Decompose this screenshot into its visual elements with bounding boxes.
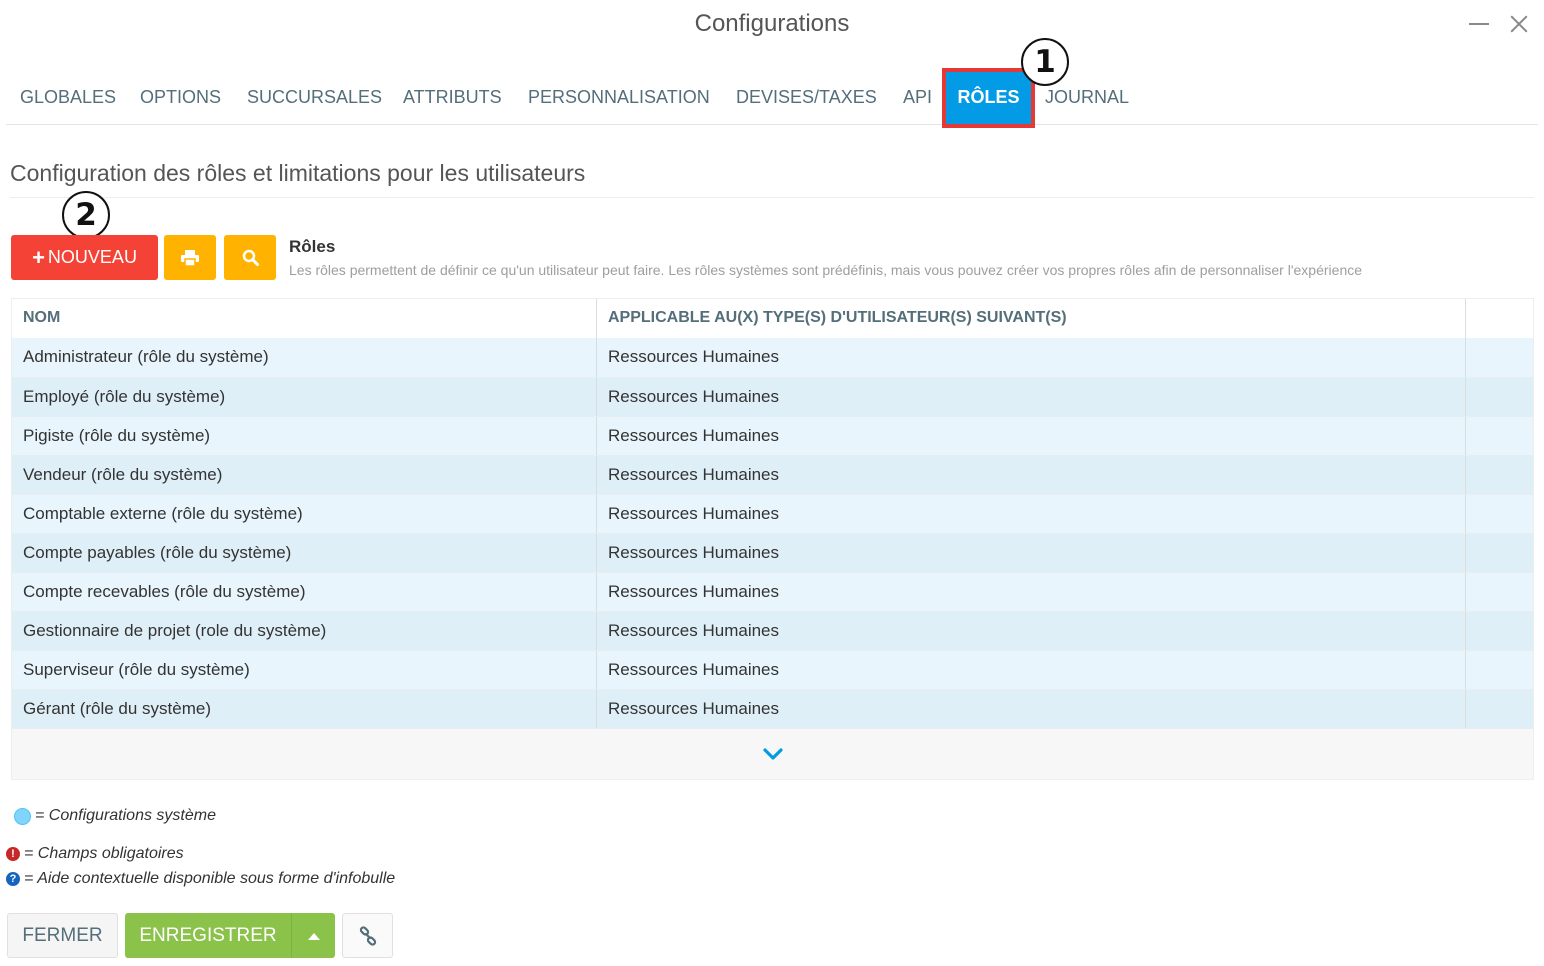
role-name-cell: Gestionnaire de projet (role du système) (12, 612, 597, 650)
search-button[interactable] (224, 235, 276, 280)
tab-api[interactable]: API (903, 70, 932, 124)
legend-required-text: = Champs obligatoires (24, 845, 184, 862)
chevron-down-icon (762, 748, 783, 760)
print-button[interactable] (164, 235, 216, 280)
user-type-cell: Ressources Humaines (597, 495, 1466, 533)
legend-help: ? = Aide contextuelle disponible sous fo… (6, 870, 395, 888)
legend-system-text: = Configurations système (35, 807, 216, 824)
role-name-cell: Comptable externe (rôle du système) (12, 495, 597, 533)
role-name-cell: Superviseur (rôle du système) (12, 651, 597, 689)
role-name-cell: Employé (rôle du système) (12, 378, 597, 416)
actions-cell (1466, 456, 1533, 494)
user-type-cell: Ressources Humaines (597, 338, 1466, 377)
roles-table: NOM APPLICABLE AU(X) TYPE(S) D'UTILISATE… (11, 298, 1534, 780)
column-header-name[interactable]: NOM (12, 299, 597, 338)
role-name-cell: Vendeur (rôle du système) (12, 456, 597, 494)
tab-succursales[interactable]: SUCCURSALES (247, 70, 382, 124)
table-row[interactable]: Comptable externe (rôle du système) Resso… (12, 494, 1533, 533)
legend-required: ! = Champs obligatoires (6, 845, 184, 863)
print-icon (181, 249, 199, 266)
new-button[interactable]: + NOUVEAU (11, 235, 158, 280)
table-row[interactable]: Employé (rôle du système) Ressources Huma… (12, 377, 1533, 416)
column-header-actions (1466, 299, 1533, 338)
actions-cell (1466, 378, 1533, 416)
user-type-cell: Ressources Humaines (597, 573, 1466, 611)
tab-options[interactable]: OPTIONS (140, 70, 221, 124)
user-type-cell: Ressources Humaines (597, 612, 1466, 650)
user-type-cell: Ressources Humaines (597, 651, 1466, 689)
role-name-cell: Administrateur (rôle du système) (12, 338, 597, 377)
roles-heading: Rôles (289, 237, 336, 256)
callout-step-1: 1 (1021, 38, 1069, 86)
save-options-button[interactable] (291, 913, 335, 958)
table-row[interactable]: Compte recevables (rôle du système) Resso… (12, 572, 1533, 611)
tab-bar: GLOBALES OPTIONS SUCCURSALES ATTRIBUTS P… (6, 70, 1538, 125)
actions-cell (1466, 338, 1533, 377)
user-type-cell: Ressources Humaines (597, 417, 1466, 455)
tab-globales[interactable]: GLOBALES (20, 70, 116, 124)
minimize-icon[interactable] (1468, 10, 1490, 38)
column-header-user-types[interactable]: APPLICABLE AU(X) TYPE(S) D'UTILISATEUR(S… (597, 299, 1466, 338)
tab-devises-taxes[interactable]: DEVISES/TAXES (736, 70, 877, 124)
search-icon (242, 249, 259, 266)
tab-attributs[interactable]: ATTRIBUTS (403, 70, 502, 124)
window-controls (1468, 10, 1530, 38)
table-row[interactable]: Vendeur (rôle du système) Ressources Huma… (12, 455, 1533, 494)
load-more-button[interactable] (12, 728, 1533, 779)
role-name-cell: Compte payables (rôle du système) (12, 534, 597, 572)
link-button[interactable] (342, 913, 393, 958)
role-name-cell: Gérant (rôle du système) (12, 690, 597, 728)
actions-cell (1466, 690, 1533, 728)
actions-cell (1466, 495, 1533, 533)
system-dot-icon (14, 807, 31, 825)
table-body: Administrateur (rôle du système) Ressourc… (12, 338, 1533, 728)
window-title: Configurations (694, 10, 850, 37)
actions-cell (1466, 612, 1533, 650)
question-icon: ? (6, 872, 20, 886)
role-name-cell: Compte recevables (rôle du système) (12, 573, 597, 611)
save-button[interactable]: ENREGISTRER (125, 913, 291, 958)
legend-system: = Configurations système (14, 807, 216, 825)
table-row[interactable]: Administrateur (rôle du système) Ressourc… (12, 338, 1533, 377)
plus-icon: + (32, 244, 45, 270)
actions-cell (1466, 417, 1533, 455)
close-button[interactable]: FERMER (7, 913, 118, 958)
tab-personnalisation[interactable]: PERSONNALISATION (528, 70, 710, 124)
actions-cell (1466, 534, 1533, 572)
actions-cell (1466, 651, 1533, 689)
close-icon[interactable] (1508, 10, 1530, 38)
role-name-cell: Pigiste (rôle du système) (12, 417, 597, 455)
roles-description: Les rôles permettent de définir ce qu'un… (289, 262, 1363, 278)
user-type-cell: Ressources Humaines (597, 456, 1466, 494)
actions-cell (1466, 573, 1533, 611)
user-type-cell: Ressources Humaines (597, 690, 1466, 728)
table-row[interactable]: Gérant (rôle du système) Ressources Humai… (12, 689, 1533, 728)
table-row[interactable]: Gestionnaire de projet (role du système)… (12, 611, 1533, 650)
callout-step-2: 2 (62, 191, 110, 239)
caret-up-icon (307, 932, 320, 940)
table-header: NOM APPLICABLE AU(X) TYPE(S) D'UTILISATE… (12, 299, 1533, 338)
new-button-label: NOUVEAU (47, 247, 137, 267)
user-type-cell: Ressources Humaines (597, 378, 1466, 416)
section-divider (10, 197, 1534, 198)
tab-roles[interactable]: RÔLES (946, 70, 1031, 124)
table-row[interactable]: Compte payables (rôle du système) Ressour… (12, 533, 1533, 572)
user-type-cell: Ressources Humaines (597, 534, 1466, 572)
link-icon (359, 925, 376, 946)
legend-help-text: = Aide contextuelle disponible sous form… (24, 870, 396, 887)
table-row[interactable]: Pigiste (rôle du système) Ressources Huma… (12, 416, 1533, 455)
table-row[interactable]: Superviseur (rôle du système) Ressources … (12, 650, 1533, 689)
exclamation-icon: ! (6, 847, 20, 861)
section-title: Configuration des rôles et limitations p… (10, 160, 586, 186)
